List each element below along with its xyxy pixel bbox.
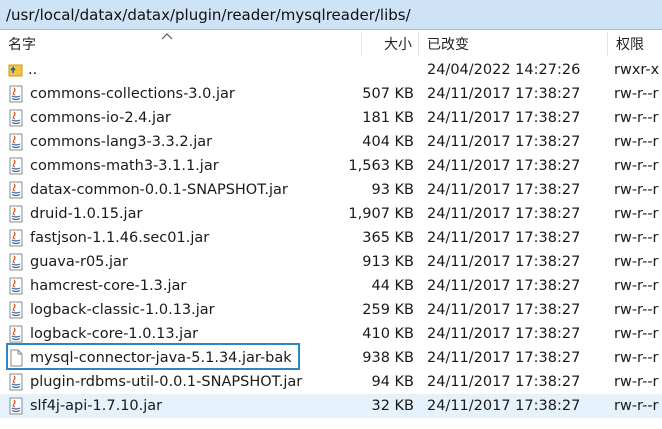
jar-icon [9,181,23,199]
column-header-permissions[interactable]: 权限 [608,32,662,56]
file-permissions: rw-r--r [614,398,659,414]
file-row[interactable]: commons-lang3-3.3.2.jar 404 KB 24/11/2017 … [0,130,662,154]
file-modified: 24/11/2017 17:38:27 [427,374,581,390]
file-modified: 24/11/2017 17:38:27 [427,206,581,222]
jar-icon [9,109,23,127]
file-size: 94 KB [371,374,414,390]
parent-folder-icon [8,64,23,77]
file-permissions: rw-r--r [614,230,659,246]
jar-icon [9,301,23,319]
file-permissions: rw-r--r [614,134,659,150]
file-size: 938 KB [362,350,414,366]
parent-directory-modified: 24/04/2022 14:27:26 [427,62,581,78]
file-row[interactable]: commons-collections-3.0.jar 507 KB 24/11/2… [0,82,662,106]
file-size: 44 KB [371,278,414,294]
file-name: commons-collections-3.0.jar [30,86,235,102]
highlight-box [6,343,300,370]
file-permissions: rw-r--r [614,350,659,366]
jar-icon [9,253,23,271]
file-permissions: rw-r--r [614,182,659,198]
file-permissions: rw-r--r [614,302,659,318]
file-name: plugin-rdbms-util-0.0.1-SNAPSHOT.jar [30,374,303,390]
file-row[interactable]: plugin-rdbms-util-0.0.1-SNAPSHOT.jar 94 K… [0,370,662,394]
file-permissions: rw-r--r [614,86,659,102]
file-row[interactable]: fastjson-1.1.46.sec01.jar 365 KB 24/11/201… [0,226,662,250]
parent-directory-row[interactable]: .. 24/04/2022 14:27:26 rwxr-x [0,58,662,82]
file-permissions: rw-r--r [614,374,659,390]
file-row[interactable]: druid-1.0.15.jar 1,907 KB 24/11/2017 17:38… [0,202,662,226]
column-header-size[interactable]: 大小 [362,32,419,56]
file-size: 181 KB [362,110,414,126]
file-modified: 24/11/2017 17:38:27 [427,398,581,414]
file-size: 93 KB [371,182,414,198]
file-name: commons-io-2.4.jar [30,110,171,126]
parent-directory-label: .. [28,62,38,78]
jar-icon [9,277,23,295]
path-bar[interactable]: /usr/local/datax/datax/plugin/reader/mys… [0,0,662,30]
file-row[interactable]: datax-common-0.0.1-SNAPSHOT.jar 93 KB 24/1… [0,178,662,202]
file-permissions: rw-r--r [614,278,659,294]
file-size: 1,563 KB [348,158,414,174]
file-name: logback-classic-1.0.13.jar [30,302,215,318]
file-modified: 24/11/2017 17:38:27 [427,182,581,198]
file-row[interactable]: slf4j-api-1.7.10.jar 32 KB 24/11/2017 17:3… [0,394,662,418]
jar-icon [9,85,23,103]
file-name: commons-lang3-3.3.2.jar [30,134,213,150]
file-size: 507 KB [362,86,414,102]
file-modified: 24/11/2017 17:38:27 [427,134,581,150]
file-row[interactable]: guava-r05.jar 913 KB 24/11/2017 17:38:27 rw… [0,250,662,274]
file-modified: 24/11/2017 17:38:27 [427,254,581,270]
file-name: hamcrest-core-1.3.jar [30,278,187,294]
column-header-name[interactable]: 名字 [0,32,362,56]
jar-icon [9,133,23,151]
file-name: datax-common-0.0.1-SNAPSHOT.jar [30,182,288,198]
file-modified: 24/11/2017 17:38:27 [427,278,581,294]
parent-directory-permissions: rwxr-x [614,62,660,78]
jar-icon [9,397,23,415]
file-size: 32 KB [371,398,414,414]
file-size: 404 KB [362,134,414,150]
file-size: 913 KB [362,254,414,270]
file-name: commons-math3-3.1.1.jar [30,158,219,174]
jar-icon [9,157,23,175]
file-size: 365 KB [362,230,414,246]
file-name: druid-1.0.15.jar [30,206,143,222]
file-modified: 24/11/2017 17:38:27 [427,302,581,318]
file-name: slf4j-api-1.7.10.jar [30,398,163,414]
file-modified: 24/11/2017 17:38:27 [427,350,581,366]
file-row[interactable]: commons-math3-3.1.1.jar 1,563 KB 24/11/201… [0,154,662,178]
file-permissions: rw-r--r [614,254,659,270]
file-size: 1,907 KB [348,206,414,222]
file-modified: 24/11/2017 17:38:27 [427,326,581,342]
file-modified: 24/11/2017 17:38:27 [427,110,581,126]
file-size: 259 KB [362,302,414,318]
file-modified: 24/11/2017 17:38:27 [427,86,581,102]
file-modified: 24/11/2017 17:38:27 [427,158,581,174]
file-modified: 24/11/2017 17:38:27 [427,230,581,246]
column-header: 名字 大小 已改变 权限 [0,32,662,56]
file-row[interactable]: commons-io-2.4.jar 181 KB 24/11/2017 17:38… [0,106,662,130]
jar-icon [9,373,23,391]
file-permissions: rw-r--r [614,158,659,174]
sort-ascending-icon [161,33,173,40]
jar-icon [9,325,23,343]
file-size: 410 KB [362,326,414,342]
file-row[interactable]: hamcrest-core-1.3.jar 44 KB 24/11/2017 17:… [0,274,662,298]
jar-icon [9,205,23,223]
file-name: fastjson-1.1.46.sec01.jar [30,230,210,246]
file-row[interactable]: logback-classic-1.0.13.jar 259 KB 24/11/20… [0,298,662,322]
file-name: guava-r05.jar [30,254,128,270]
file-permissions: rw-r--r [614,326,659,342]
jar-icon [9,229,23,247]
column-header-modified[interactable]: 已改变 [419,32,608,56]
file-permissions: rw-r--r [614,206,659,222]
file-permissions: rw-r--r [614,110,659,126]
